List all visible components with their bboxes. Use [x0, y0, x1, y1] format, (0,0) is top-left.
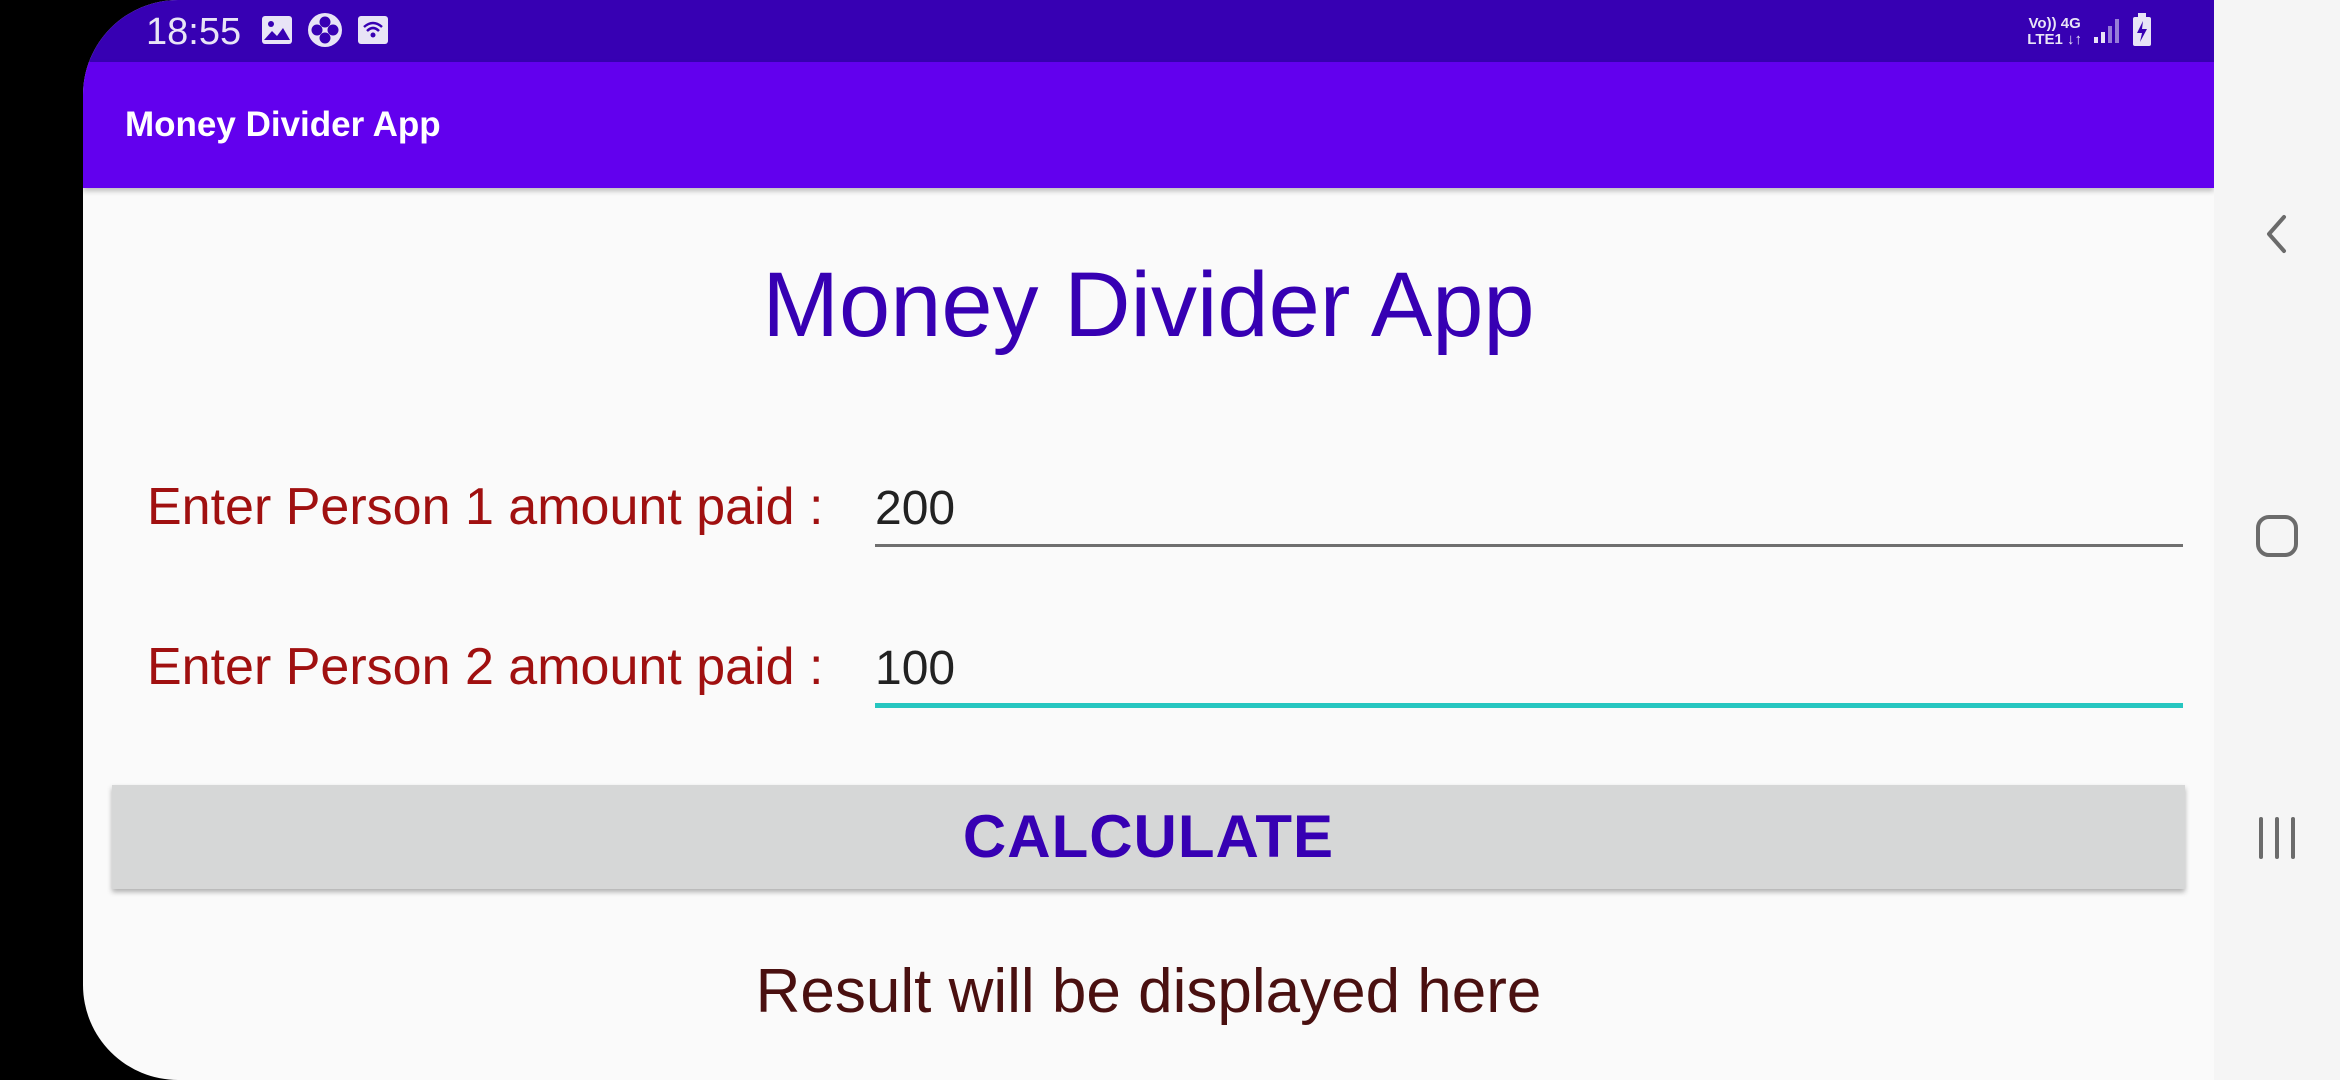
result-text: Result will be displayed here [755, 957, 1542, 1026]
back-icon [2257, 209, 2297, 264]
home-icon [2252, 511, 2302, 566]
wifi-call-icon [357, 15, 389, 50]
system-status-icons: Vo)) 4G LTE1 ↓↑ [2027, 12, 2152, 52]
person1-input-underline [875, 544, 2183, 547]
battery-charging-icon [2132, 12, 2152, 52]
network-indicator: Vo)) 4G LTE1 ↓↑ [2027, 15, 2082, 48]
fan-icon [307, 12, 343, 53]
notification-icons [261, 12, 389, 53]
page-title: Money Divider App [762, 254, 1535, 356]
status-time: 18:55 [146, 11, 242, 53]
person2-label: Enter Person 2 amount paid : [147, 638, 824, 696]
person2-amount-input[interactable] [875, 633, 2183, 703]
app-screen: 18:55 Vo)) 4G LTE1 ↓↑ Money Divider App … [83, 0, 2214, 1080]
back-button[interactable] [2237, 196, 2317, 276]
person1-amount-input[interactable] [875, 473, 2183, 543]
navigation-bar [2214, 0, 2340, 1080]
app-bar-title: Money Divider App [125, 105, 441, 144]
image-icon [261, 15, 293, 50]
calculate-button[interactable]: CALCULATE [112, 785, 2185, 889]
signal-icon [2092, 15, 2122, 50]
recents-button[interactable] [2237, 800, 2317, 880]
app-bar: Money Divider App [83, 62, 2214, 188]
recents-icon [2252, 813, 2302, 868]
person1-label: Enter Person 1 amount paid : [147, 478, 824, 536]
home-button[interactable] [2237, 498, 2317, 578]
person2-input-underline [875, 703, 2183, 708]
status-bar: 18:55 Vo)) 4G LTE1 ↓↑ [83, 0, 2214, 62]
